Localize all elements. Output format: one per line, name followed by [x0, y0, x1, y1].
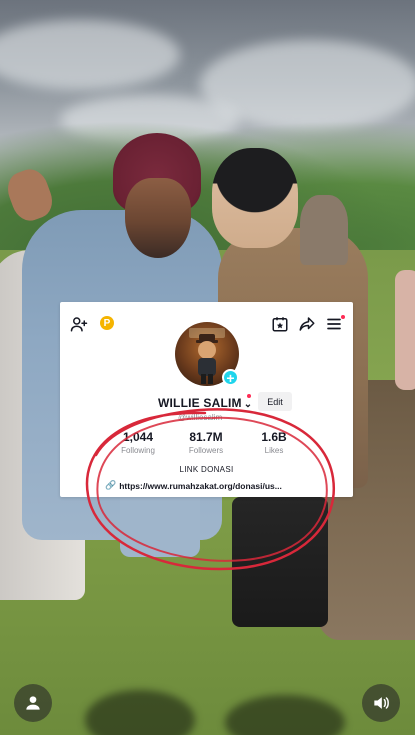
person-background	[300, 195, 348, 265]
edit-profile-button[interactable]: Edit	[258, 392, 292, 411]
face-young-man	[212, 148, 298, 248]
stat-label: Likes	[264, 446, 284, 455]
stat-value: 1,044	[122, 430, 154, 444]
bio-link-text: https://www.rumahzakat.org/donasi/us...	[119, 480, 282, 491]
username: WILLIE SALIM ⌄	[158, 396, 253, 410]
person-icon	[26, 696, 40, 710]
face-beard	[125, 178, 191, 258]
add-story-button[interactable]: +	[222, 369, 239, 386]
person-edge	[395, 270, 415, 390]
stat-following[interactable]: 1,044 Following	[103, 430, 173, 455]
user-handle: @williesalim	[178, 413, 223, 422]
black-trousers	[232, 497, 328, 627]
username-notification-dot	[247, 394, 251, 398]
menu-notification-dot	[341, 315, 345, 319]
profile-card: P + WILLIE SALIM ⌄ Edit @williesalim 1,0…	[60, 302, 353, 497]
coin-icon[interactable]: P	[100, 316, 114, 330]
stat-label: Followers	[188, 446, 224, 455]
share-icon[interactable]	[297, 314, 317, 334]
stat-followers[interactable]: 81.7M Followers	[171, 430, 241, 455]
calendar-star-icon[interactable]	[270, 314, 290, 334]
bio-title: LINK DONASI	[179, 465, 234, 474]
stat-value: 81.7M	[189, 430, 223, 444]
denim-lower	[120, 497, 200, 557]
stat-label: Following	[121, 446, 155, 455]
stat-value: 1.6B	[261, 430, 287, 444]
volume-icon	[374, 697, 389, 709]
stat-likes[interactable]: 1.6B Likes	[239, 430, 309, 455]
volume-button[interactable]	[362, 684, 400, 722]
profile-person-button[interactable]	[14, 684, 52, 722]
link-icon: 🔗	[105, 480, 117, 490]
bio-link[interactable]: 🔗 https://www.rumahzakat.org/donasi/us..…	[105, 480, 320, 491]
chevron-down-icon[interactable]: ⌄	[244, 399, 253, 410]
add-user-icon[interactable]	[69, 314, 89, 334]
